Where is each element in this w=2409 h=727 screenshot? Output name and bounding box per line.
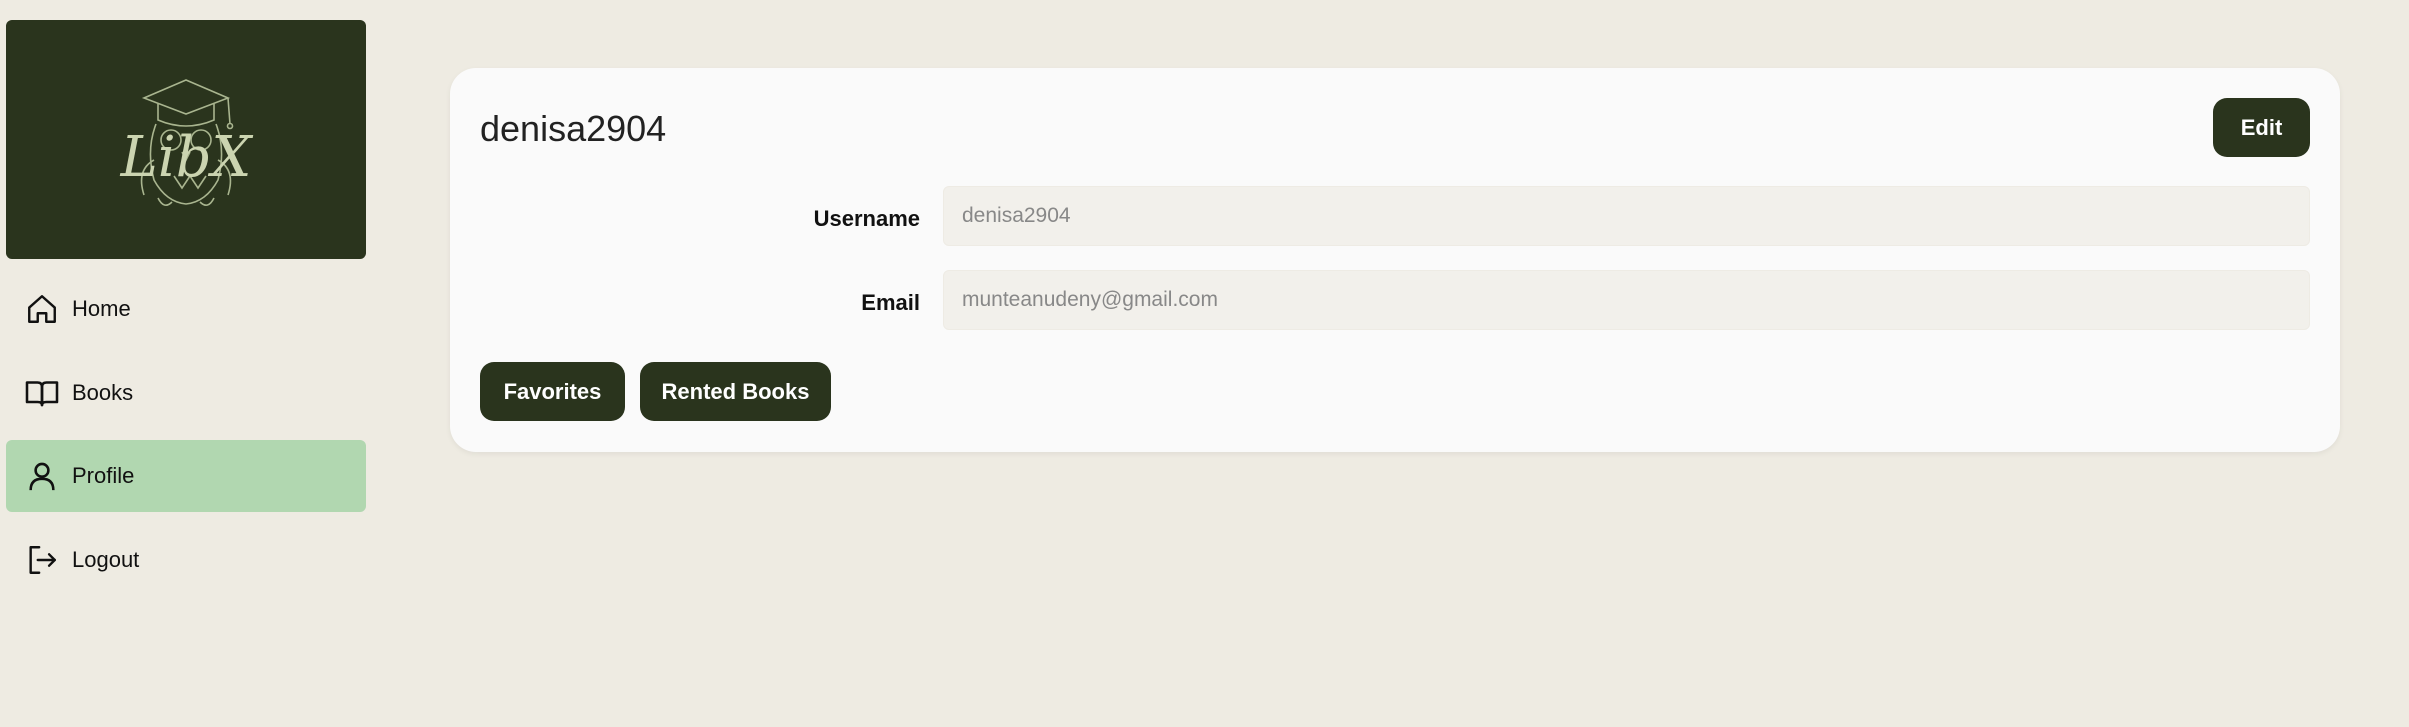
profile-card: denisa2904 Edit Username denisa2904 Emai…	[450, 68, 2340, 452]
page-title: denisa2904	[480, 108, 667, 149]
sidebar-item-home[interactable]: Home	[6, 273, 366, 345]
edit-button[interactable]: Edit	[2213, 98, 2310, 157]
username-label: Username	[813, 206, 920, 231]
username-field[interactable]: denisa2904	[943, 186, 2310, 246]
sidebar-item-logout[interactable]: Logout	[6, 524, 366, 596]
rented-books-button[interactable]: Rented Books	[640, 362, 831, 421]
user-icon	[24, 458, 60, 494]
home-icon	[24, 291, 60, 327]
logout-icon	[24, 542, 60, 578]
book-open-icon	[24, 375, 60, 411]
favorites-button[interactable]: Favorites	[480, 362, 625, 421]
email-field[interactable]: munteanudeny@gmail.com	[943, 270, 2310, 330]
sidebar-item-label: Logout	[72, 547, 140, 572]
sidebar-item-profile[interactable]: Profile	[6, 440, 366, 512]
email-label: Email	[861, 290, 920, 315]
sidebar-item-label: Profile	[72, 463, 135, 488]
sidebar-item-label: Books	[72, 380, 134, 405]
owl-graduation-cap-icon: LibX	[120, 79, 254, 206]
sidebar: LibX Home Books Profile Logout	[0, 0, 372, 727]
svg-text:LibX: LibX	[120, 125, 254, 190]
sidebar-item-label: Home	[72, 296, 131, 321]
logo[interactable]: LibX	[6, 20, 366, 259]
sidebar-item-books[interactable]: Books	[6, 357, 366, 429]
